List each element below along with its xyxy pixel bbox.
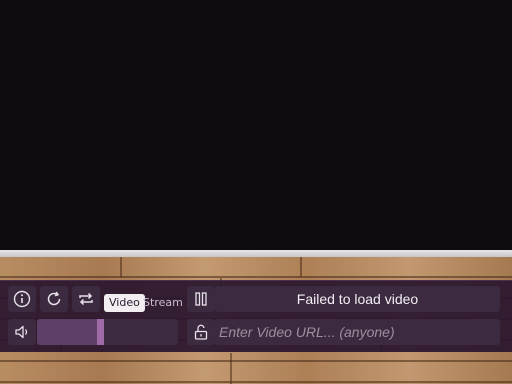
video-player-scene: Video Stream Failed to load video <box>0 0 512 384</box>
loop-button[interactable] <box>72 286 100 312</box>
pause-button[interactable] <box>187 286 215 312</box>
lock-button[interactable] <box>187 319 215 345</box>
mode-tab-stream[interactable]: Stream <box>140 294 186 312</box>
reload-icon <box>47 291 61 306</box>
unlock-icon <box>194 324 208 340</box>
volume-fill <box>37 319 97 345</box>
volume-handle[interactable] <box>97 319 104 345</box>
volume-button[interactable] <box>8 319 36 345</box>
status-text: Failed to load video <box>215 286 500 312</box>
video-url-input[interactable] <box>215 319 500 345</box>
wall-trim <box>0 250 512 257</box>
mode-tab-video[interactable]: Video <box>104 294 145 312</box>
info-icon <box>13 290 31 308</box>
video-screen[interactable] <box>0 0 512 252</box>
reload-button[interactable] <box>40 286 68 312</box>
volume-icon <box>15 325 28 339</box>
info-button[interactable] <box>8 286 36 312</box>
loop-icon <box>79 292 93 306</box>
pause-icon <box>195 292 207 306</box>
volume-slider[interactable] <box>37 319 178 345</box>
player-controls-panel: Video Stream Failed to load video <box>0 280 512 352</box>
